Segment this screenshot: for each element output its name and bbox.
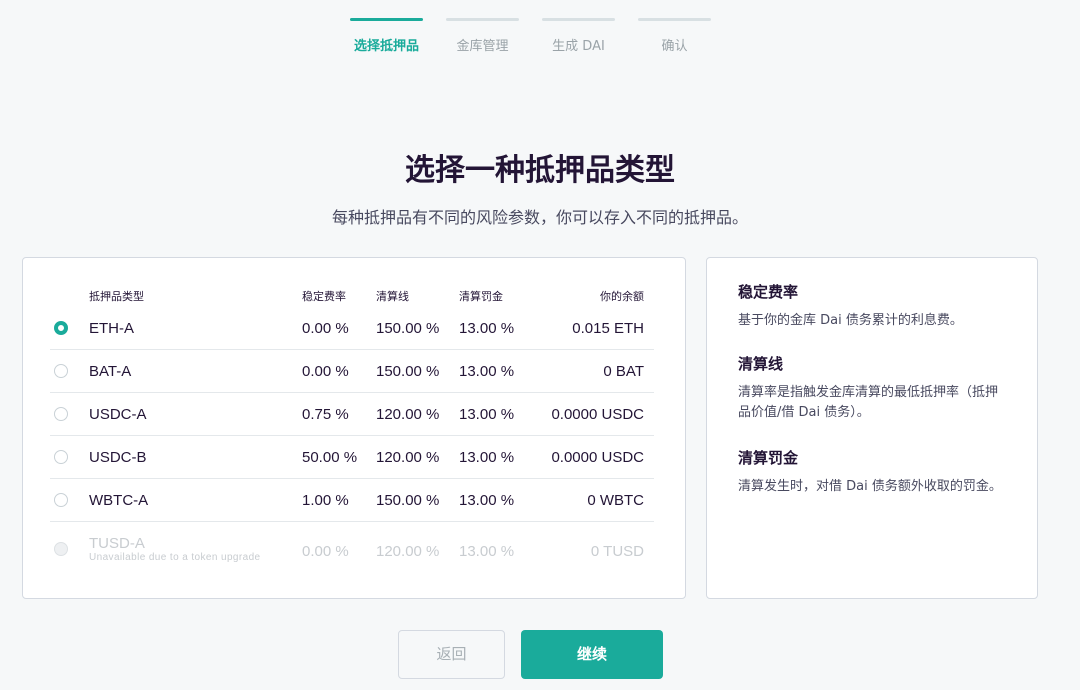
collateral-name: WBTC-A — [89, 492, 149, 509]
column-header-liquidation-penalty: 清算罚金 — [459, 290, 503, 303]
balance-value: 0 BAT — [603, 363, 644, 380]
info-text-liquidation-ratio: 清算率是指触发金库清算的最低抵押率（抵押品价值/借 Dai 债务）。 — [738, 385, 999, 420]
liquidation-penalty-value: 13.00 % — [459, 406, 515, 423]
collateral-row-usdc-a[interactable]: USDC-A 0.75 % 120.00 % 13.00 % 0.0000 US… — [50, 393, 654, 436]
page-title: 选择一种抵押品类型 — [405, 153, 675, 188]
balance-value: 0.0000 USDC — [551, 406, 644, 423]
liquidation-penalty-value: 13.00 % — [459, 492, 515, 509]
page-subtitle: 每种抵押品有不同的风险参数，你可以存入不同的抵押品。 — [331, 208, 748, 227]
stability-fee-value: 1.00 % — [302, 492, 349, 509]
collateral-row-wbtc-a[interactable]: WBTC-A 1.00 % 150.00 % 13.00 % 0 WBTC — [50, 479, 654, 522]
stability-fee-value: 0.75 % — [302, 406, 349, 423]
liquidation-ratio-value: 150.00 % — [376, 363, 440, 380]
liquidation-ratio-value: 150.00 % — [376, 320, 440, 337]
liquidation-ratio-value: 120.00 % — [376, 449, 440, 466]
info-text-stability-fee: 基于你的金库 Dai 债务累计的利息费。 — [738, 313, 963, 328]
liquidation-penalty-value: 13.00 % — [459, 320, 515, 337]
progress-stepper: 选择抵押品 金库管理 生成 DAI 确认 — [350, 18, 711, 58]
step-label: 确认 — [661, 39, 688, 54]
step-label: 生成 DAI — [552, 39, 605, 54]
step-bar — [542, 18, 615, 21]
step-vault-management: 金库管理 — [446, 18, 519, 54]
step-generate-dai: 生成 DAI — [542, 18, 615, 54]
radio-button-selected[interactable] — [54, 321, 68, 335]
stability-fee-value: 0.00 % — [302, 543, 349, 560]
info-title-liquidation-ratio: 清算线 — [738, 355, 784, 373]
balance-value: 0 WBTC — [587, 492, 644, 509]
liquidation-penalty-value: 13.00 % — [459, 449, 515, 466]
column-header-liquidation-ratio: 清算线 — [376, 290, 409, 303]
info-card — [706, 257, 1038, 599]
info-title-stability-fee: 稳定费率 — [738, 283, 799, 301]
collateral-name: TUSD-A — [89, 535, 145, 552]
liquidation-penalty-value: 13.00 % — [459, 363, 515, 380]
stability-fee-value: 0.00 % — [302, 320, 349, 337]
collateral-name: USDC-A — [89, 406, 147, 423]
step-bar — [350, 18, 423, 21]
unavailable-note: Unavailable due to a token upgrade — [89, 552, 261, 563]
step-label: 金库管理 — [456, 39, 509, 54]
column-header-stability-fee: 稳定费率 — [302, 290, 346, 303]
collateral-row-eth-a[interactable]: ETH-A 0.00 % 150.00 % 13.00 % 0.015 ETH — [50, 307, 654, 350]
column-header-type: 抵押品类型 — [89, 290, 144, 303]
collateral-row-usdc-b[interactable]: USDC-B 50.00 % 120.00 % 13.00 % 0.0000 U… — [50, 436, 654, 479]
collateral-name: USDC-B — [89, 449, 147, 466]
radio-button[interactable] — [54, 407, 68, 421]
continue-button[interactable]: 继续 — [521, 630, 663, 679]
info-text-liquidation-penalty: 清算发生时，对借 Dai 债务额外收取的罚金。 — [738, 479, 1002, 494]
collateral-name: ETH-A — [89, 320, 134, 337]
radio-button[interactable] — [54, 364, 68, 378]
balance-value: 0.015 ETH — [572, 320, 644, 337]
liquidation-ratio-value: 120.00 % — [376, 406, 440, 423]
liquidation-ratio-value: 120.00 % — [376, 543, 440, 560]
collateral-row-tusd-a: TUSD-A Unavailable due to a token upgrad… — [50, 522, 654, 572]
collateral-name: BAT-A — [89, 363, 132, 380]
radio-button[interactable] — [54, 493, 68, 507]
radio-button[interactable] — [54, 450, 68, 464]
stability-fee-value: 50.00 % — [302, 449, 358, 466]
step-select-collateral: 选择抵押品 — [350, 18, 423, 54]
radio-button-disabled — [54, 542, 68, 556]
back-button[interactable]: 返回 — [398, 630, 505, 679]
info-title-liquidation-penalty: 清算罚金 — [738, 449, 799, 467]
step-bar — [638, 18, 711, 21]
balance-value: 0 TUSD — [590, 543, 644, 560]
step-bar — [446, 18, 519, 21]
step-confirm: 确认 — [638, 18, 711, 54]
stability-fee-value: 0.00 % — [302, 363, 349, 380]
balance-value: 0.0000 USDC — [551, 449, 644, 466]
liquidation-penalty-value: 13.00 % — [459, 543, 515, 560]
column-header-balance: 你的余额 — [600, 290, 644, 303]
liquidation-ratio-value: 150.00 % — [376, 492, 440, 509]
collateral-row-bat-a[interactable]: BAT-A 0.00 % 150.00 % 13.00 % 0 BAT — [50, 350, 654, 393]
step-label: 选择抵押品 — [353, 39, 419, 54]
